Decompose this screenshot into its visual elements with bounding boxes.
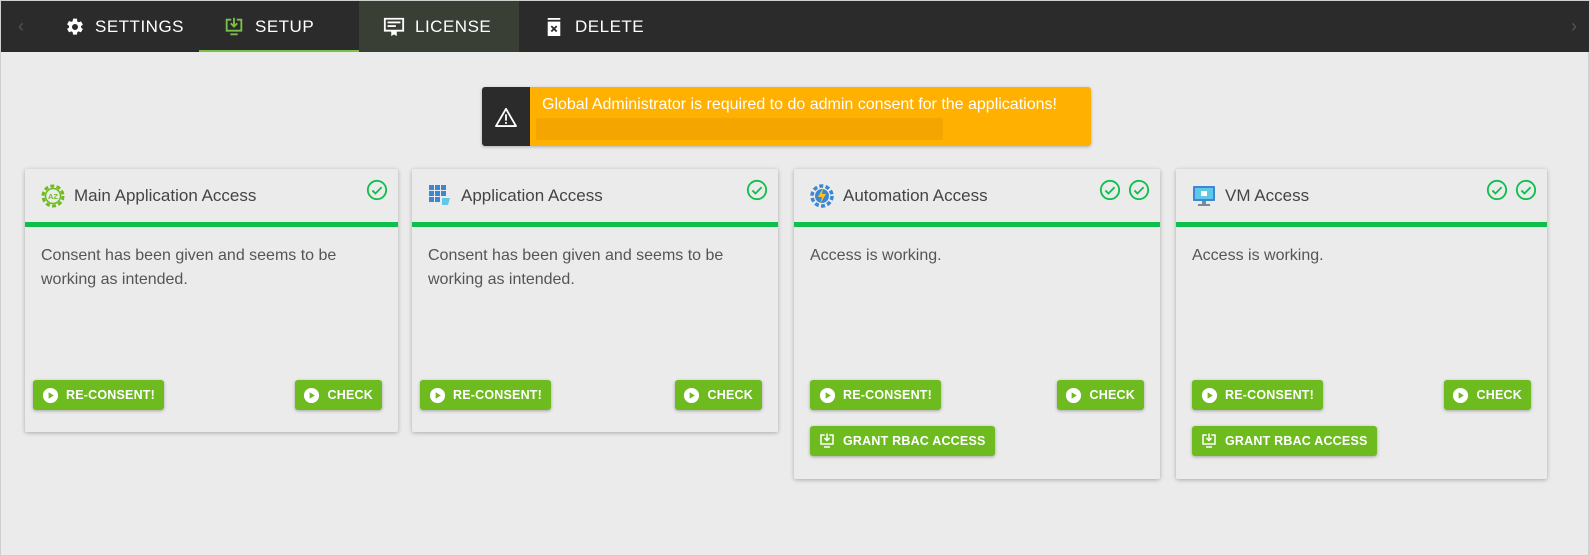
reconsent-label: RE-CONSENT! <box>1225 388 1315 402</box>
play-circle-icon <box>818 386 836 404</box>
alert-message: Global Administrator is required to do a… <box>542 96 1057 113</box>
play-circle-icon <box>41 386 59 404</box>
card-description: Consent has been given and seems to be w… <box>41 247 337 288</box>
gear-icon <box>65 16 85 38</box>
scroll-left-icon[interactable]: ‹ <box>1 1 41 52</box>
card-main-application-access: AZ Main Application Access Consent has b… <box>25 169 398 432</box>
grant-rbac-access-button[interactable]: GRANT RBAC ACCESS <box>1192 426 1377 456</box>
grant-rbac-label: GRANT RBAC ACCESS <box>843 434 986 448</box>
vm-monitor-icon <box>1191 183 1217 209</box>
card-description: Consent has been given and seems to be w… <box>428 247 724 288</box>
card-title: VM Access <box>1225 185 1310 205</box>
check-label: CHECK <box>1476 388 1522 402</box>
status-checks <box>1486 179 1537 201</box>
status-checks <box>746 179 768 201</box>
reconsent-button[interactable]: RE-CONSENT! <box>810 380 942 410</box>
warning-icon <box>482 87 530 146</box>
card-vm-access: VM Access Access is working. RE-CONSENT!… <box>1176 169 1547 479</box>
play-circle-icon <box>428 386 446 404</box>
status-checks <box>1099 179 1150 201</box>
reconsent-label: RE-CONSENT! <box>453 388 543 402</box>
check-circle-icon <box>746 179 768 201</box>
check-button[interactable]: CHECK <box>1443 380 1531 410</box>
card-title: Automation Access <box>843 185 988 205</box>
card-extra-actions: GRANT RBAC ACCESS <box>1176 410 1547 472</box>
play-circle-icon <box>1200 386 1218 404</box>
reconsent-label: RE-CONSENT! <box>843 388 933 402</box>
app-grid-icon <box>427 183 453 209</box>
download-icon <box>223 16 245 38</box>
admin-consent-alert: Global Administrator is required to do a… <box>482 87 1091 146</box>
card-automation-access: Automation Access Access is working. RE-… <box>794 169 1160 479</box>
check-button[interactable]: CHECK <box>1056 380 1144 410</box>
card-header: AZ Main Application Access <box>25 169 398 227</box>
card-actions: RE-CONSENT! CHECK <box>412 380 778 410</box>
card-header: Application Access <box>412 169 778 227</box>
card-header: VM Access <box>1176 169 1547 227</box>
top-tab-bar: ‹ SETTINGS SETUP LICENSE DELETE › <box>1 1 1589 52</box>
tab-setup[interactable]: SETUP <box>199 1 359 52</box>
trash-icon <box>543 16 565 38</box>
card-title: Application Access <box>461 185 603 205</box>
card-description: Access is working. <box>810 247 942 264</box>
check-button[interactable]: CHECK <box>674 380 762 410</box>
card-extra-actions: GRANT RBAC ACCESS <box>794 410 1160 472</box>
check-button[interactable]: CHECK <box>294 380 382 410</box>
tab-license[interactable]: LICENSE <box>359 1 519 52</box>
grant-rbac-access-button[interactable]: GRANT RBAC ACCESS <box>810 426 995 456</box>
automation-gear-icon <box>809 183 835 209</box>
tab-delete[interactable]: DELETE <box>519 1 669 52</box>
check-circle-icon <box>366 179 388 201</box>
status-checks <box>366 179 388 201</box>
play-circle-icon <box>1452 386 1470 404</box>
card-actions: RE-CONSENT! CHECK <box>794 380 1160 410</box>
download-icon <box>1200 432 1218 450</box>
check-circle-icon <box>1128 179 1150 201</box>
tab-settings[interactable]: SETTINGS <box>41 1 199 52</box>
reconsent-button[interactable]: RE-CONSENT! <box>420 380 552 410</box>
check-label: CHECK <box>1089 388 1135 402</box>
alert-body: Global Administrator is required to do a… <box>530 87 1091 146</box>
grant-rbac-label: GRANT RBAC ACCESS <box>1225 434 1368 448</box>
card-application-access: Application Access Consent has been give… <box>412 169 778 432</box>
card-actions: RE-CONSENT! CHECK <box>25 380 398 410</box>
card-actions: RE-CONSENT! CHECK <box>1176 380 1547 410</box>
check-circle-icon <box>1515 179 1537 201</box>
svg-text:AZ: AZ <box>48 192 58 201</box>
alert-progress-bar <box>536 118 943 140</box>
reconsent-button[interactable]: RE-CONSENT! <box>33 380 165 410</box>
card-header: Automation Access <box>794 169 1160 227</box>
tab-label: LICENSE <box>415 16 492 36</box>
card-title: Main Application Access <box>74 185 257 205</box>
tab-label: DELETE <box>575 16 645 36</box>
check-circle-icon <box>1486 179 1508 201</box>
card-description: Access is working. <box>1192 247 1324 264</box>
reconsent-label: RE-CONSENT! <box>66 388 156 402</box>
play-circle-icon <box>683 386 701 404</box>
play-circle-icon <box>1065 386 1083 404</box>
reconsent-button[interactable]: RE-CONSENT! <box>1192 380 1324 410</box>
download-icon <box>818 432 836 450</box>
tab-label: SETTINGS <box>95 16 185 36</box>
azure-gear-icon: AZ <box>40 183 66 209</box>
tab-label: SETUP <box>255 16 315 36</box>
check-label: CHECK <box>707 388 753 402</box>
play-circle-icon <box>303 386 321 404</box>
check-label: CHECK <box>327 388 373 402</box>
scroll-right-icon[interactable]: › <box>1558 1 1589 52</box>
certificate-icon <box>383 16 405 38</box>
check-circle-icon <box>1099 179 1121 201</box>
